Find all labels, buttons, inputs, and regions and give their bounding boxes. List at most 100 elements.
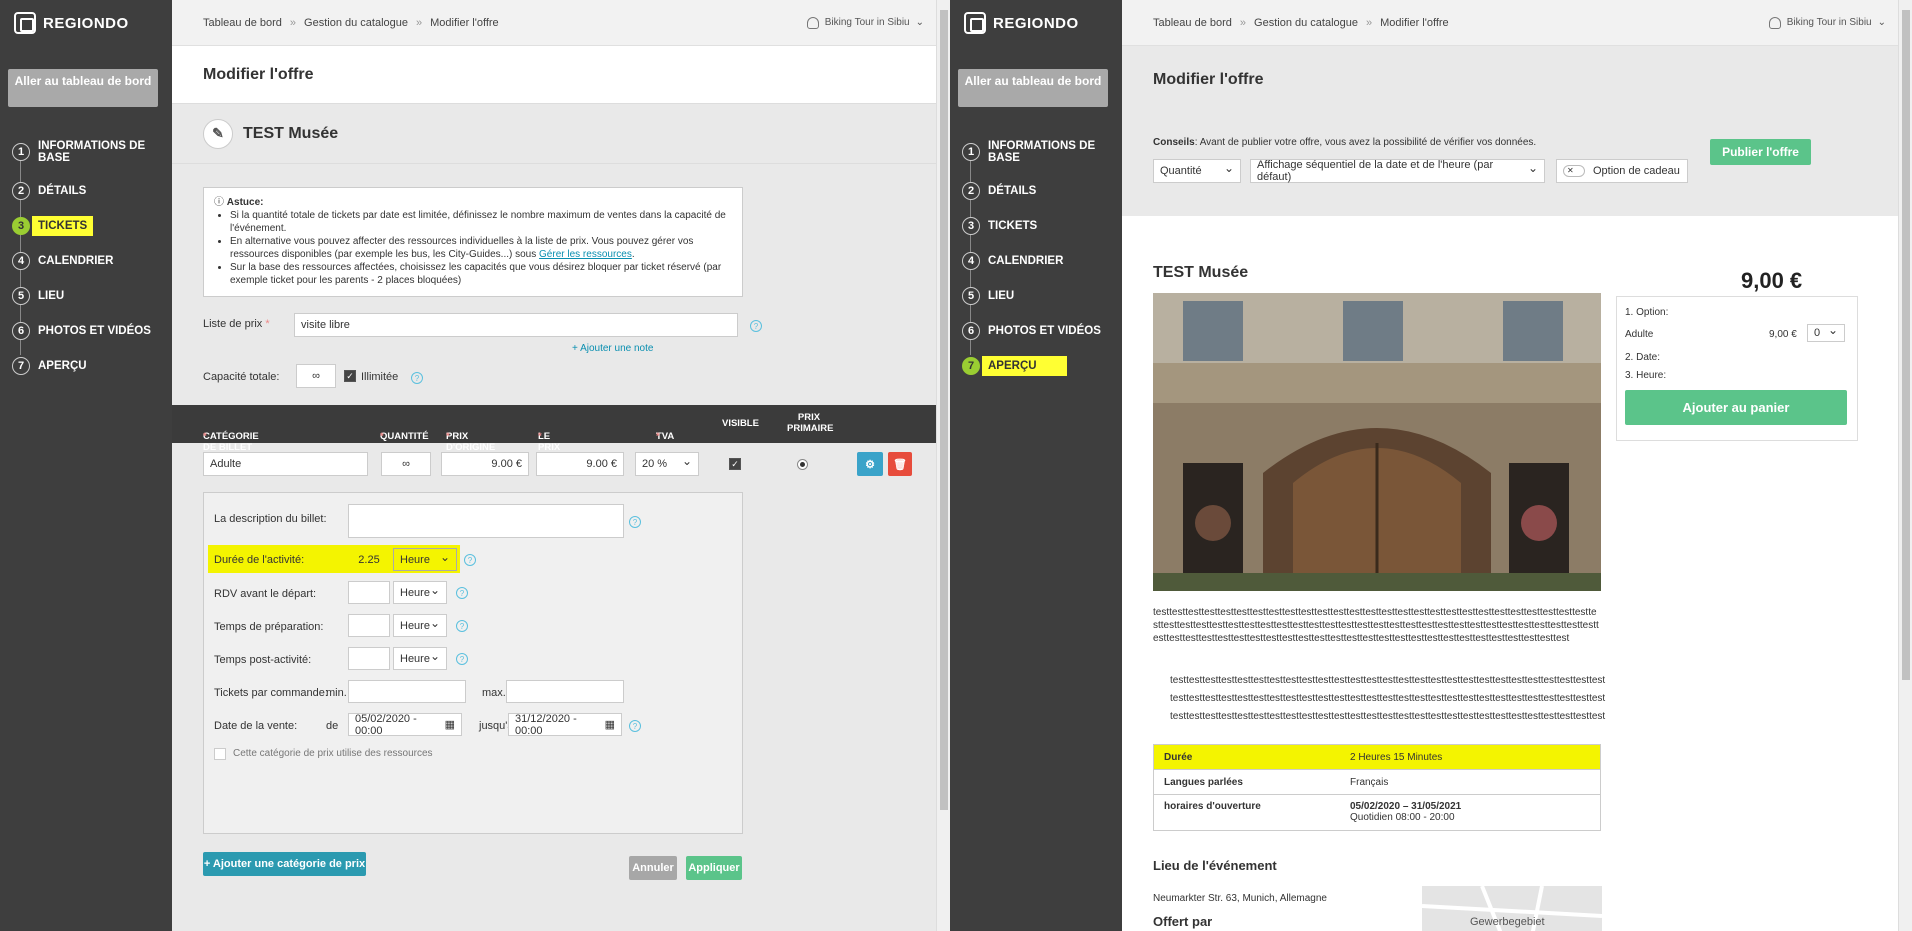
delete-button[interactable]: 🗑 — [888, 452, 912, 476]
post-input[interactable] — [348, 647, 390, 670]
resources-checkbox[interactable] — [214, 748, 226, 760]
sidebar-item-calendar[interactable]: 4 CALENDRIER — [12, 243, 172, 278]
help-icon[interactable]: ? — [456, 620, 468, 632]
price-list-label-text: Liste de prix — [203, 318, 263, 330]
user-menu[interactable]: Biking Tour in Sibiu ⌄ — [1768, 16, 1886, 29]
orig-price-input[interactable]: 9.00 € — [441, 452, 529, 476]
sidebar-item-preview[interactable]: 7 APERÇU — [12, 348, 172, 383]
tip-item-suffix: . — [631, 249, 635, 260]
dashboard-button[interactable]: Aller au tableau de bord — [8, 69, 158, 107]
breadcrumb-current: Modifier l'offre — [1380, 16, 1449, 29]
dashboard-button[interactable]: Aller au tableau de bord — [958, 69, 1108, 107]
min-input[interactable] — [348, 680, 466, 703]
chevron-down-icon: ⌄ — [1877, 17, 1886, 28]
sidebar-item-details[interactable]: 2 DÉTAILS — [12, 173, 172, 208]
offer-price: 9,00 € — [1741, 268, 1803, 293]
sidebar-item-tickets[interactable]: 3 TICKETS — [12, 208, 172, 243]
sidebar-item-basic-info[interactable]: 1 INFORMATIONS DE BASE — [12, 131, 172, 173]
cancel-button[interactable]: Annuler — [629, 856, 677, 880]
sidebar-item-media[interactable]: 6 PHOTOS ET VIDÉOS — [962, 313, 1122, 348]
post-unit-select[interactable]: Heure — [393, 647, 447, 670]
sidebar-item-details[interactable]: 2 DÉTAILS — [962, 173, 1122, 208]
page-title: Modifier l'offre — [1153, 71, 1264, 88]
mode-select[interactable]: Quantité — [1153, 159, 1241, 183]
help-icon[interactable]: ? — [629, 720, 641, 732]
step-number: 6 — [962, 321, 980, 340]
price-list-input[interactable]: visite libre — [294, 313, 738, 337]
row-key: Durée — [1164, 751, 1193, 763]
help-icon[interactable]: ? — [464, 554, 476, 566]
sidebar-item-location[interactable]: 5 LIEU — [12, 278, 172, 313]
manage-resources-link[interactable]: Gérer les ressources — [539, 249, 632, 260]
breadcrumb-dashboard[interactable]: Tableau de bord — [203, 17, 282, 29]
add-note-link[interactable]: + Ajouter une note — [572, 343, 653, 354]
offer-header: ✎ TEST Musée — [172, 104, 936, 164]
editor-main: Modifier l'offre ✎ TEST Musée ⓘ Astuce: S… — [172, 46, 936, 931]
help-icon[interactable]: ? — [456, 587, 468, 599]
scrollbar[interactable] — [936, 0, 950, 931]
brand-logo[interactable]: REGIONDO — [950, 0, 1122, 46]
duration-unit-select[interactable]: Heure — [393, 548, 457, 571]
capacity-input[interactable]: ∞ — [296, 364, 336, 388]
max-input[interactable] — [506, 680, 624, 703]
venue-map[interactable]: Gewerbegebiet — [1422, 886, 1602, 931]
scrollbar-thumb[interactable] — [940, 10, 948, 810]
help-icon[interactable]: ? — [629, 516, 641, 528]
sidebar-item-tickets[interactable]: 3 TICKETS — [962, 208, 1122, 243]
help-icon[interactable]: ? — [411, 372, 423, 384]
brand-logo[interactable]: REGIONDO — [0, 0, 172, 46]
step-number: 2 — [962, 181, 980, 200]
publish-button[interactable]: Publier l'offre — [1710, 139, 1811, 165]
duration-unit-value: Heure — [400, 553, 430, 566]
sidebar-item-media[interactable]: 6 PHOTOS ET VIDÉOS — [12, 313, 172, 348]
apply-button[interactable]: Appliquer — [686, 856, 742, 880]
breadcrumb-catalog[interactable]: Gestion du catalogue — [1254, 17, 1358, 29]
calendar-icon: ▦ — [604, 719, 615, 731]
rdv-input[interactable] — [348, 581, 390, 604]
toggle-switch[interactable]: ✕ — [1563, 165, 1585, 177]
offer-description: testtesttesttesttesttesttesttesttesttest… — [1153, 607, 1599, 644]
vat-select[interactable]: 20 % — [635, 452, 699, 476]
tips-text: Conseils: Avant de publier votre offre, … — [1153, 137, 1536, 148]
help-icon[interactable]: ? — [750, 320, 762, 332]
prep-input[interactable] — [348, 614, 390, 637]
online-price-input[interactable]: 9.00 € — [536, 452, 624, 476]
gear-icon: ⚙ — [865, 458, 875, 471]
visible-checkbox[interactable]: ✓ — [729, 458, 741, 470]
row-value-dates: 05/02/2020 – 31/05/2021 — [1350, 801, 1462, 812]
offer-bullets: testtesttesttesttesttesttesttesttesttest… — [1170, 672, 1710, 726]
ticket-description-input[interactable] — [348, 504, 624, 538]
breadcrumb-dashboard[interactable]: Tableau de bord — [1153, 17, 1232, 29]
prep-unit-select[interactable]: Heure — [393, 614, 447, 637]
duration-input[interactable]: 2.25 — [348, 548, 390, 571]
breadcrumb-catalog[interactable]: Gestion du catalogue — [304, 17, 408, 29]
sidebar-item-basic-info[interactable]: 1 INFORMATIONS DE BASE — [962, 131, 1122, 173]
help-icon[interactable]: ? — [456, 653, 468, 665]
add-to-cart-button[interactable]: Ajouter au panier — [1625, 390, 1847, 425]
calendar-icon: ▦ — [444, 719, 455, 731]
primary-price-radio[interactable] — [797, 459, 808, 470]
rdv-unit-select[interactable]: Heure — [393, 581, 447, 604]
unlimited-checkbox[interactable]: ✓ — [344, 370, 356, 382]
sale-from-input[interactable]: 05/02/2020 - 00:00 ▦ — [348, 713, 462, 737]
user-icon — [1768, 16, 1781, 29]
sale-until-input[interactable]: 31/12/2020 - 00:00 ▦ — [508, 713, 622, 737]
gift-toggle[interactable]: ✕ Option de cadeau — [1556, 159, 1688, 183]
step-number: 1 — [962, 143, 980, 161]
user-menu[interactable]: Biking Tour in Sibiu ⌄ — [806, 16, 924, 29]
settings-button[interactable]: ⚙ — [857, 452, 883, 476]
display-select[interactable]: Affichage séquentiel de la date et de l'… — [1250, 159, 1545, 183]
col-orig-price-text: PRIX D'ORIGINE — [446, 431, 496, 453]
ticket-quantity-input[interactable]: ∞ — [381, 452, 431, 476]
sidebar-item-calendar[interactable]: 4 CALENDRIER — [962, 243, 1122, 278]
adult-qty-select[interactable]: 0 — [1807, 324, 1845, 342]
sidebar-item-preview[interactable]: 7 APERÇU — [962, 348, 1122, 383]
add-category-button[interactable]: + Ajouter une catégorie de prix — [203, 852, 366, 876]
brand-name: REGIONDO — [993, 14, 1079, 32]
ticket-category-input[interactable]: Adulte — [203, 452, 368, 476]
sidebar-item-location[interactable]: 5 LIEU — [962, 278, 1122, 313]
scrollbar[interactable] — [1898, 0, 1912, 931]
sidebar: REGIONDO Aller au tableau de bord 1 INFOR… — [0, 0, 172, 931]
scrollbar-thumb[interactable] — [1902, 10, 1910, 680]
option-label: 1. Option: — [1625, 307, 1669, 318]
